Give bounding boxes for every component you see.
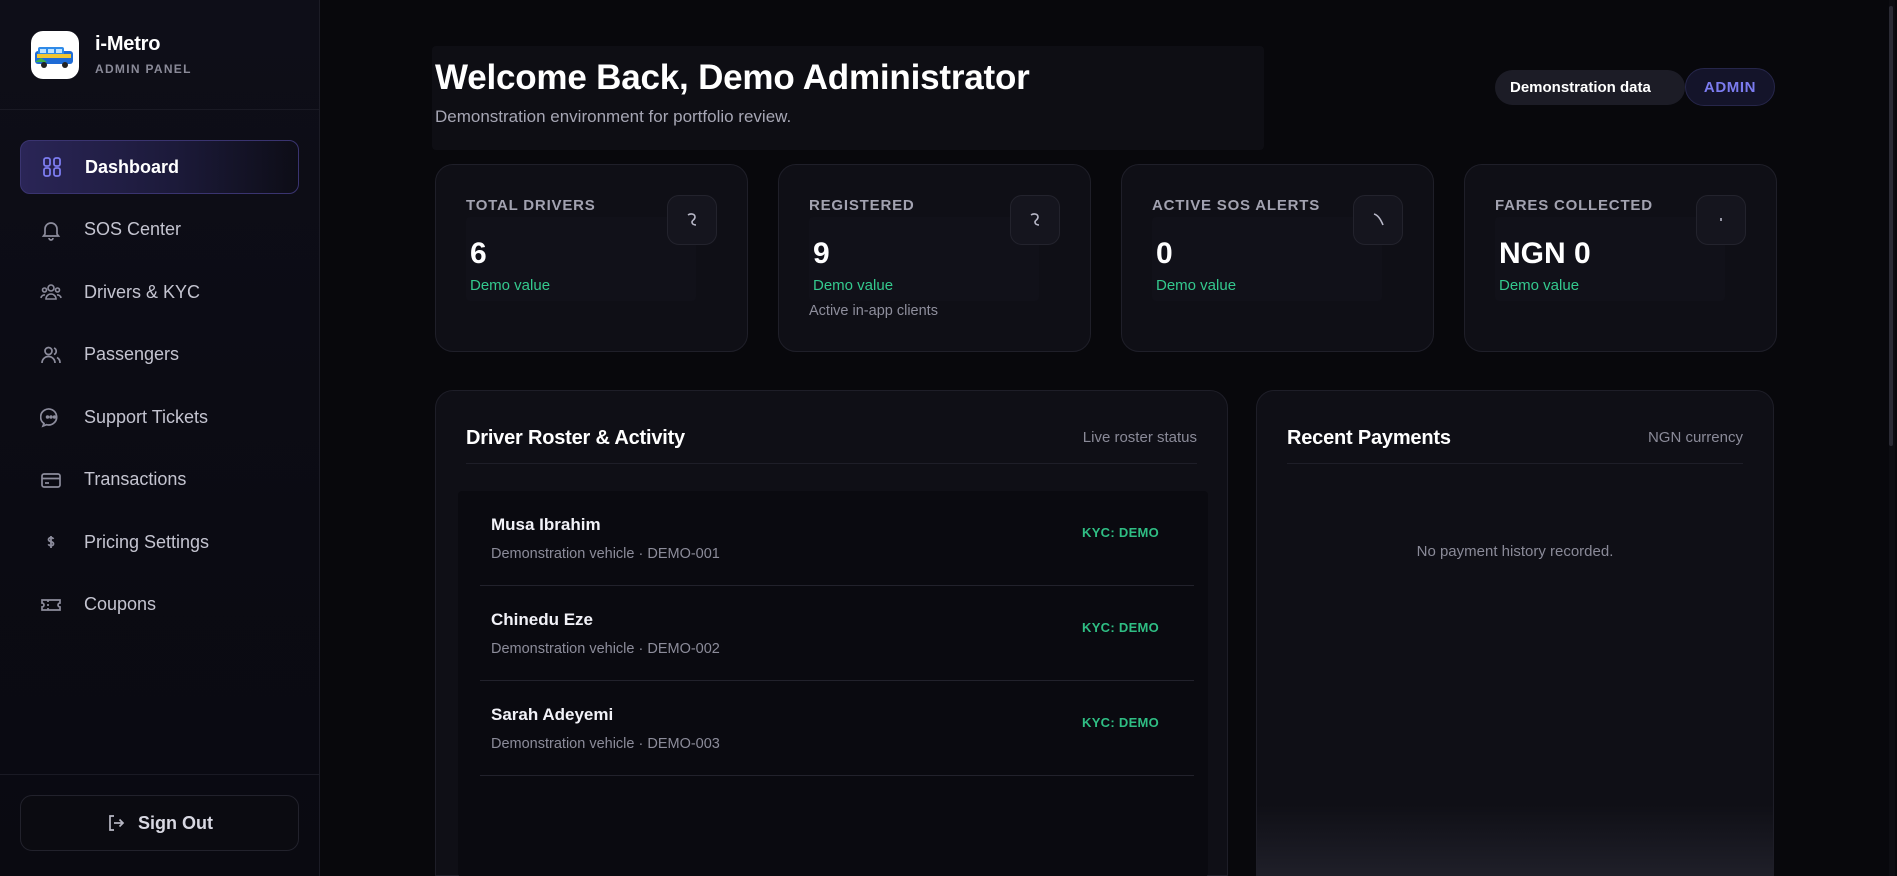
bell-icon: [40, 219, 62, 241]
roster-list: Musa Ibrahim Demonstration vehicle · DEM…: [458, 491, 1208, 876]
brand: i-Metro ADMIN PANEL: [0, 0, 319, 110]
stat-card-registered: REGISTERED 9 Demo value Active in-app cl…: [778, 164, 1091, 352]
sidebar-item-transactions[interactable]: Transactions: [20, 453, 299, 507]
sidebar-item-label: SOS Center: [84, 219, 182, 239]
driver-name: Sarah Adeyemi: [491, 705, 614, 724]
users-group-icon: [40, 281, 62, 303]
alert-icon: [1353, 195, 1403, 245]
recent-payments-panel: Recent Payments NGN currency No payment …: [1256, 390, 1774, 876]
stat-label: TOTAL DRIVERS: [466, 197, 596, 214]
stat-note: Demo value: [470, 277, 551, 294]
kyc-status-badge: KYC: DEMO: [1082, 715, 1160, 730]
stat-value: 0: [1156, 237, 1173, 270]
sidebar-item-sos-center[interactable]: SOS Center: [20, 203, 299, 257]
page-subtitle: Demonstration environment for portfolio …: [435, 107, 792, 126]
panel-title: Driver Roster & Activity: [466, 427, 685, 449]
driver-vehicle: Demonstration vehicle · DEMO-003: [491, 736, 720, 752]
scrollbar-thumb[interactable]: [1889, 6, 1893, 446]
page-title: Welcome Back, Demo Administrator: [435, 58, 1030, 97]
main-content: Welcome Back, Demo Administrator Demonst…: [320, 0, 1897, 876]
brand-name: i-Metro: [95, 33, 161, 55]
sidebar-item-label: Coupons: [84, 594, 157, 614]
sidebar-item-label: Support Tickets: [84, 406, 209, 427]
sidebar-item-label: Dashboard: [85, 156, 180, 177]
stat-value: 6: [470, 237, 487, 270]
passenger-icon: [1010, 195, 1060, 245]
stat-value: NGN 0: [1499, 237, 1591, 270]
driver-name: Chinedu Eze: [491, 610, 594, 629]
driver-vehicle: Demonstration vehicle · DEMO-002: [491, 641, 720, 657]
driver-name: Musa Ibrahim: [491, 515, 601, 534]
stat-card-active-sos-alerts: ACTIVE SOS ALERTS 0 Demo value: [1121, 164, 1434, 352]
divider: [466, 463, 1197, 464]
sidebar-item-label: Pricing Settings: [84, 531, 210, 552]
scrollbar-track[interactable]: [1889, 0, 1895, 876]
brand-logo: [31, 30, 79, 79]
sidebar-item-dashboard[interactable]: Dashboard: [20, 140, 299, 194]
stat-note: Demo value: [1156, 277, 1237, 294]
sidebar-item-pricing-settings[interactable]: Pricing Settings: [20, 515, 299, 569]
stat-label: FARES COLLECTED: [1495, 197, 1653, 214]
sidebar-item-support-tickets[interactable]: Support Tickets: [20, 390, 299, 444]
kyc-status-badge: KYC: DEMO: [1082, 620, 1160, 635]
table-row[interactable]: Chinedu Eze Demonstration vehicle · DEMO…: [480, 586, 1194, 681]
sidebar-item-drivers-kyc[interactable]: Drivers & KYC: [20, 265, 299, 319]
dollar-icon: [40, 531, 62, 553]
driver-vehicle: Demonstration vehicle · DEMO-001: [491, 546, 720, 562]
users-icon: [40, 344, 62, 366]
stat-note: Demo value: [1499, 277, 1580, 294]
sidebar-item-label: Transactions: [84, 469, 187, 489]
demo-data-badge: Demonstration data: [1495, 70, 1685, 105]
divider: [1287, 463, 1743, 464]
panel-meta: Live roster status: [1082, 429, 1197, 446]
stat-subtext: Active in-app clients: [809, 303, 938, 319]
panel-meta: NGN currency: [1647, 429, 1743, 446]
sidebar-footer: Sign Out: [0, 774, 319, 876]
driver-icon: [667, 195, 717, 245]
credit-card-icon: [40, 469, 62, 491]
panel-fade: [1257, 805, 1773, 875]
stat-label: REGISTERED: [809, 197, 915, 214]
role-badge: ADMIN: [1685, 68, 1775, 106]
sign-out-button[interactable]: Sign Out: [20, 795, 299, 851]
app-frame: i-Metro ADMIN PANEL Dashboard SOS Center: [0, 0, 1897, 876]
brand-subtitle: ADMIN PANEL: [95, 62, 192, 76]
panel-title: Recent Payments: [1287, 427, 1451, 449]
sign-out-label: Sign Out: [138, 812, 213, 833]
grid-icon: [41, 156, 63, 178]
currency-icon: [1696, 195, 1746, 245]
sidebar-item-label: Passengers: [84, 344, 180, 364]
sidebar: i-Metro ADMIN PANEL Dashboard SOS Center: [0, 0, 320, 876]
stat-label: ACTIVE SOS ALERTS: [1152, 197, 1321, 214]
sidebar-item-passengers[interactable]: Passengers: [20, 328, 299, 382]
table-row[interactable]: Sarah Adeyemi Demonstration vehicle · DE…: [480, 681, 1194, 776]
sign-out-icon: [106, 813, 126, 833]
empty-state-message: No payment history recorded.: [1416, 543, 1614, 560]
chat-bubble-icon: [40, 406, 62, 428]
sidebar-nav: Dashboard SOS Center Drivers & KYC Passe…: [0, 110, 319, 632]
stat-note: Demo value: [813, 277, 894, 294]
table-row[interactable]: Musa Ibrahim Demonstration vehicle · DEM…: [480, 491, 1194, 586]
kyc-status-badge: KYC: DEMO: [1082, 525, 1160, 540]
stat-card-total-drivers: TOTAL DRIVERS 6 Demo value: [435, 164, 748, 352]
ticket-icon: [40, 594, 62, 616]
stat-value: 9: [813, 237, 830, 270]
stat-card-fares-collected: FARES COLLECTED NGN 0 Demo value: [1464, 164, 1777, 352]
driver-roster-panel: Driver Roster & Activity Live roster sta…: [435, 390, 1228, 876]
sidebar-item-label: Drivers & KYC: [84, 281, 201, 302]
sidebar-item-coupons[interactable]: Coupons: [20, 578, 299, 632]
